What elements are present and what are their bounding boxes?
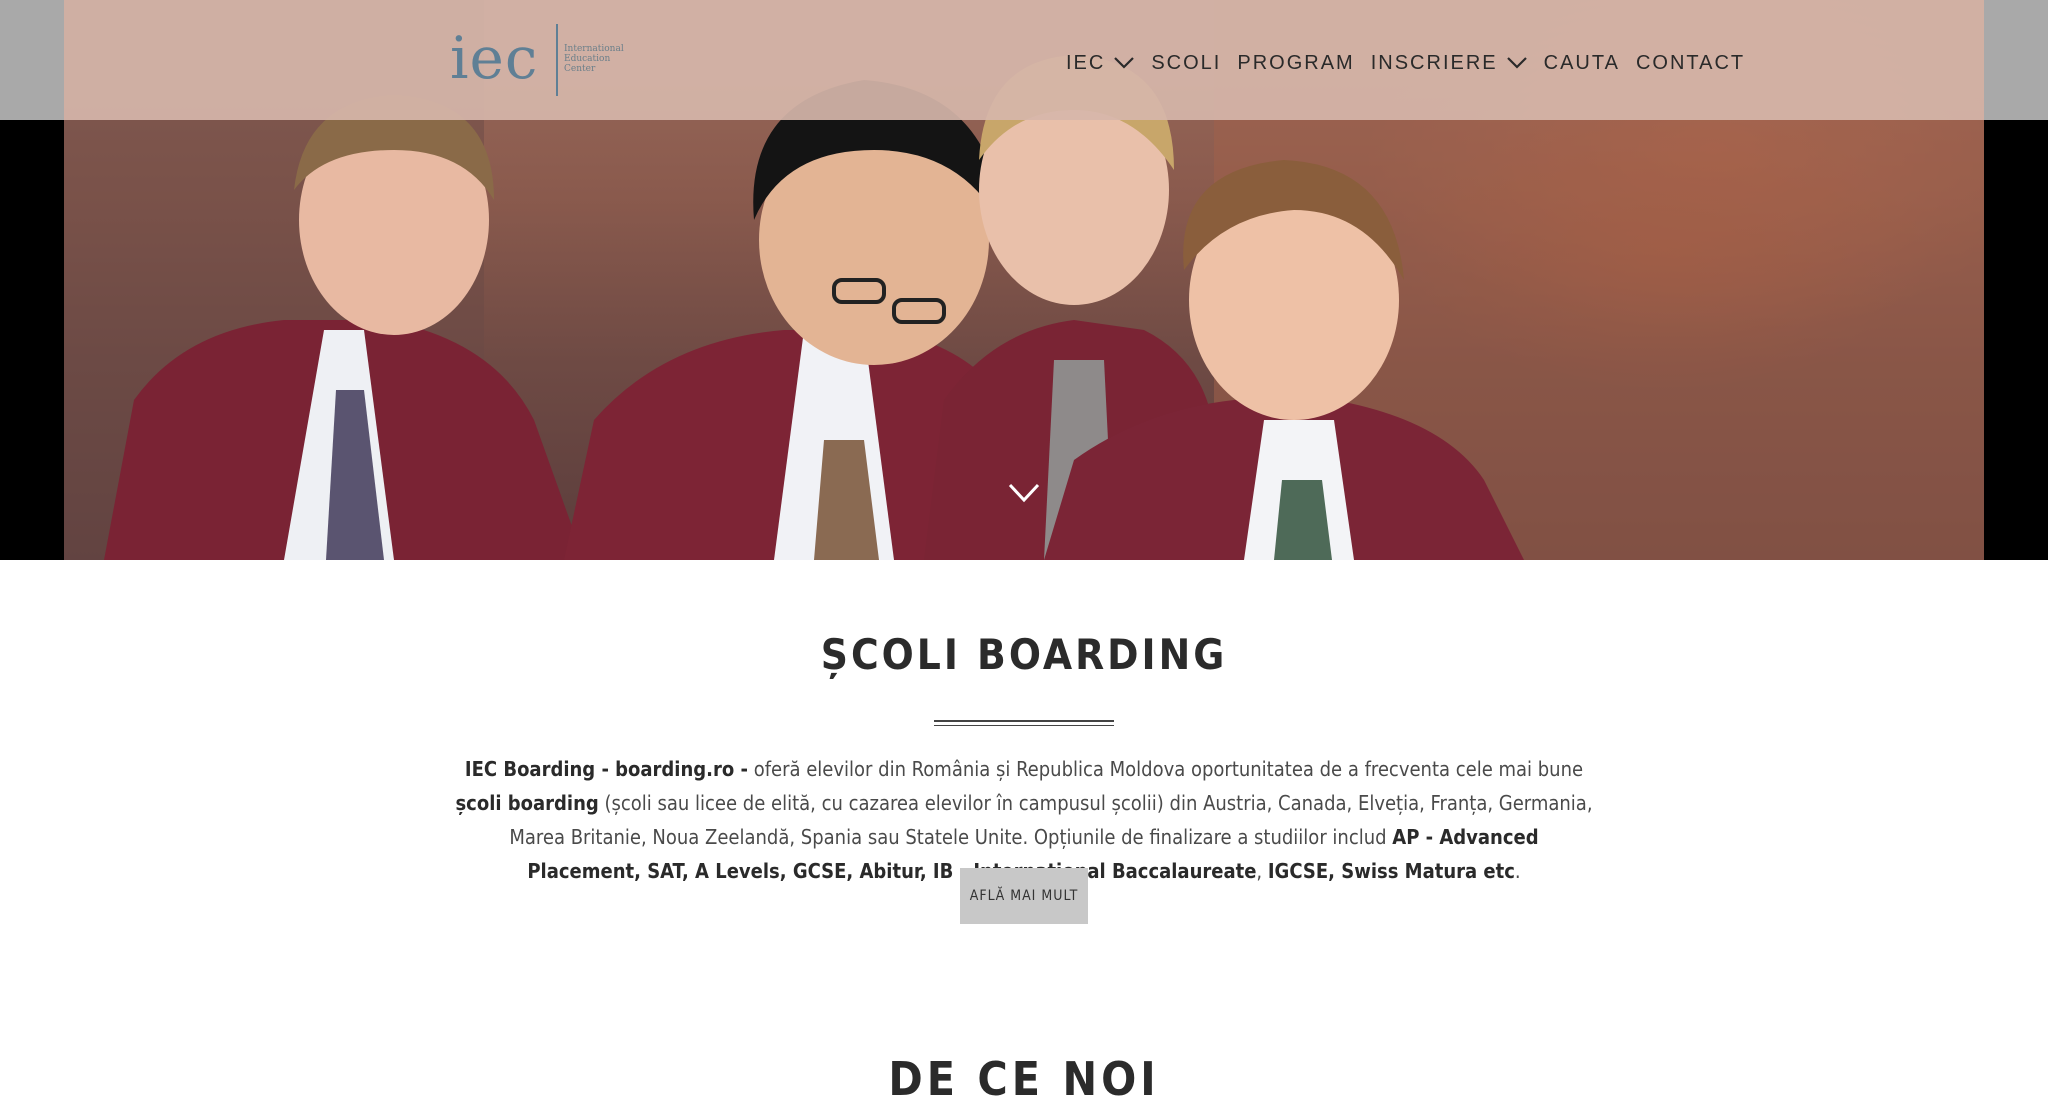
nav-item-label: CAUTA	[1543, 51, 1620, 74]
section-title: ȘCOLI BOARDING	[820, 630, 1228, 679]
chevron-down-icon	[1114, 57, 1135, 69]
next-section-title: DE CE NOI	[888, 1052, 1160, 1106]
header-gutter-right	[1984, 0, 2048, 120]
main-nav: IEC SCOLI PROGRAM INSCRIERE CAUTA CONTAC…	[1066, 48, 1761, 78]
logo-wordmark: International Education Center	[564, 44, 644, 74]
nav-item-label: INSCRIERE	[1370, 51, 1498, 74]
intro-bold-boarding: școli boarding	[455, 791, 599, 815]
nav-item-cauta[interactable]: CAUTA	[1544, 52, 1620, 75]
header-bar: iec International Education Center IEC S…	[0, 0, 2048, 120]
intro-text: .	[1514, 859, 1521, 883]
intro-text: ,	[1256, 859, 1268, 883]
site-logo[interactable]: iec International Education Center	[450, 24, 630, 96]
nav-item-contact[interactable]: CONTACT	[1636, 52, 1745, 75]
nav-item-iec[interactable]: IEC	[1066, 52, 1135, 75]
logo-line-3: Center	[564, 64, 596, 74]
logo-mark: iec	[450, 24, 539, 92]
intro-text: oferă elevilor din România și Republica …	[747, 757, 1584, 781]
chevron-down-icon[interactable]	[1008, 482, 1040, 504]
logo-line-2: Education	[564, 54, 611, 64]
logo-divider	[556, 24, 558, 96]
intro-bold-programs-2: IGCSE, Swiss Matura etc	[1267, 859, 1515, 883]
intro-bold-brand: IEC Boarding - boarding.ro -	[464, 757, 748, 781]
nav-item-inscriere[interactable]: INSCRIERE	[1371, 52, 1528, 75]
nav-item-label: PROGRAM	[1237, 51, 1355, 74]
chevron-down-icon	[1506, 57, 1527, 69]
nav-item-program[interactable]: PROGRAM	[1237, 52, 1354, 75]
nav-item-label: SCOLI	[1151, 51, 1222, 74]
nav-item-label: CONTACT	[1635, 51, 1746, 74]
logo-line-1: International	[564, 44, 624, 54]
nav-item-scoli[interactable]: SCOLI	[1151, 52, 1221, 75]
hero-banner: iec International Education Center IEC S…	[0, 0, 2048, 560]
title-divider	[934, 720, 1114, 726]
learn-more-button[interactable]: AFLĂ MAI MULT	[960, 868, 1088, 924]
nav-item-label: IEC	[1066, 51, 1106, 74]
header-gutter-left	[0, 0, 64, 120]
